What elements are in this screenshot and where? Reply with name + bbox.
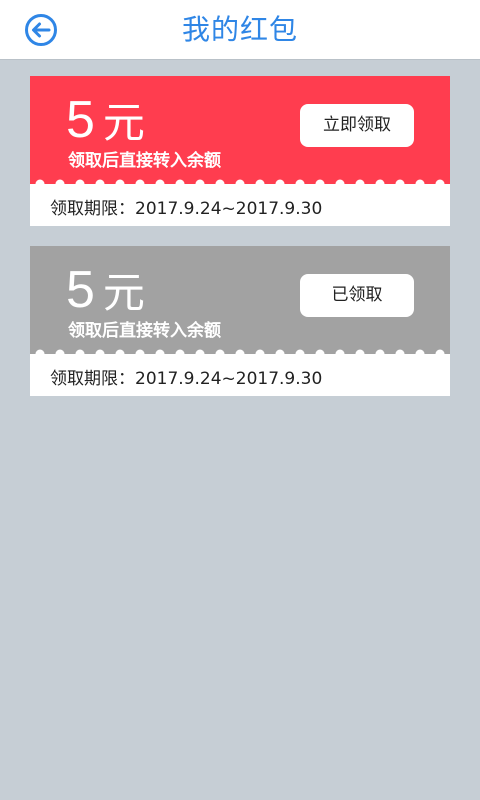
perforation-dot bbox=[155, 179, 165, 189]
perforation-dot bbox=[175, 179, 185, 189]
perforation-dot bbox=[415, 349, 425, 359]
perforation-dot bbox=[235, 179, 245, 189]
perforation-dot bbox=[275, 179, 285, 189]
claim-period: 领取期限：2017.9.24~2017.9.30 bbox=[50, 369, 323, 389]
packet-description: 领取后直接转入余额 bbox=[68, 151, 221, 171]
perforation-dot bbox=[315, 179, 325, 189]
perforation-dot bbox=[335, 349, 345, 359]
perforation-dot bbox=[215, 179, 225, 189]
perforation-dot bbox=[155, 349, 165, 359]
perforation-dot bbox=[135, 179, 145, 189]
perforation-dot bbox=[415, 179, 425, 189]
page-title: 我的红包 bbox=[181, 13, 298, 46]
perforation-dot bbox=[75, 179, 85, 189]
perforation-dot bbox=[255, 179, 265, 189]
packet-description: 领取后直接转入余额 bbox=[68, 321, 221, 341]
perforation-dot bbox=[395, 349, 405, 359]
perforation-dot bbox=[255, 349, 265, 359]
claimed-button[interactable]: 已领取 bbox=[300, 274, 414, 317]
perforation-dot bbox=[375, 179, 385, 189]
red-packet-card-available: 5元 领取后直接转入余额 立即领取 领取期限：2017.9.24~2017.9.… bbox=[30, 76, 450, 226]
perforation-dot bbox=[55, 349, 65, 359]
amount-unit: 元 bbox=[102, 268, 145, 317]
perforation-dot bbox=[315, 349, 325, 359]
perforation-dot bbox=[435, 179, 445, 189]
claim-period: 领取期限：2017.9.24~2017.9.30 bbox=[50, 199, 323, 219]
perforation-dot bbox=[55, 179, 65, 189]
perforation-dot bbox=[175, 349, 185, 359]
perforation-dot bbox=[235, 349, 245, 359]
red-packet-card-claimed: 5元 领取后直接转入余额 已领取 领取期限：2017.9.24~2017.9.3… bbox=[30, 246, 450, 396]
amount-value: 5 bbox=[66, 91, 95, 149]
perforation-dot bbox=[395, 179, 405, 189]
perforation-dot bbox=[355, 349, 365, 359]
perforation-dot bbox=[135, 349, 145, 359]
card-banner: 5元 领取后直接转入余额 已领取 bbox=[30, 246, 450, 354]
perforation-dot bbox=[375, 349, 385, 359]
claim-now-button[interactable]: 立即领取 bbox=[300, 104, 414, 147]
scalloped-edge bbox=[30, 349, 450, 361]
perforation-dot bbox=[195, 349, 205, 359]
perforation-dot bbox=[215, 349, 225, 359]
perforation-dot bbox=[355, 179, 365, 189]
perforation-dot bbox=[115, 179, 125, 189]
amount-unit: 元 bbox=[102, 98, 145, 147]
perforation-dot bbox=[95, 179, 105, 189]
app-header: 我的红包 bbox=[0, 0, 480, 60]
perforation-dot bbox=[335, 179, 345, 189]
scalloped-edge bbox=[30, 179, 450, 191]
perforation-dot bbox=[95, 349, 105, 359]
perforation-dot bbox=[75, 349, 85, 359]
perforation-dot bbox=[295, 349, 305, 359]
perforation-dot bbox=[35, 179, 45, 189]
card-banner: 5元 领取后直接转入余额 立即领取 bbox=[30, 76, 450, 184]
perforation-dot bbox=[435, 349, 445, 359]
perforation-dot bbox=[195, 179, 205, 189]
amount-value: 5 bbox=[66, 261, 95, 319]
perforation-dot bbox=[275, 349, 285, 359]
packet-amount: 5元 bbox=[66, 262, 145, 321]
perforation-dot bbox=[35, 349, 45, 359]
packet-amount: 5元 bbox=[66, 92, 145, 151]
perforation-dot bbox=[295, 179, 305, 189]
perforation-dot bbox=[115, 349, 125, 359]
